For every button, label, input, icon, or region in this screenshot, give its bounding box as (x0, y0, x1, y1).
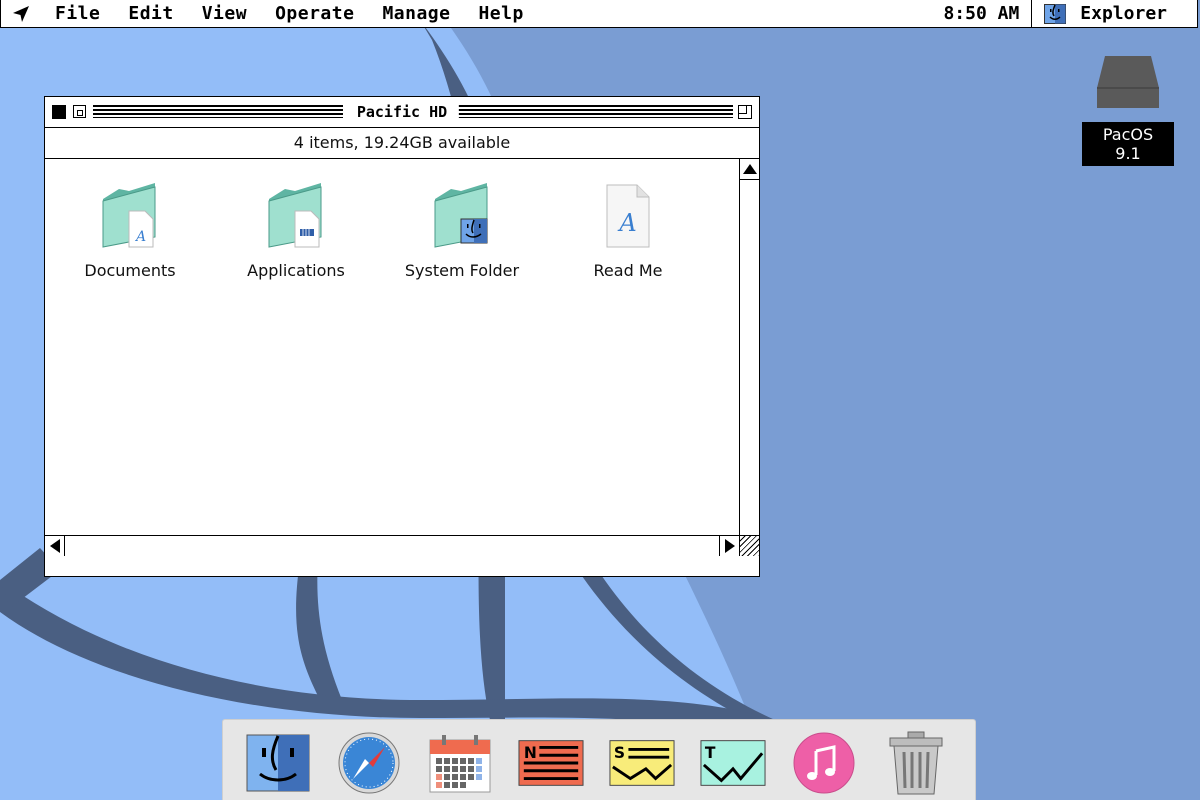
finder-icon (246, 734, 310, 792)
menu-manage[interactable]: Manage (368, 0, 464, 28)
item-read-me[interactable]: A Read Me (558, 177, 698, 280)
finder-icon (1044, 3, 1067, 24)
svg-text:T: T (705, 744, 716, 762)
window-titlebar[interactable]: Pacific HD (45, 97, 759, 128)
item-applications[interactable]: Applications (226, 177, 366, 280)
svg-text:A: A (617, 209, 636, 237)
svg-text:S: S (614, 744, 625, 762)
scroll-up-button[interactable] (740, 159, 759, 180)
safari-compass-icon (338, 732, 400, 794)
system-folder-icon (434, 183, 488, 248)
dock-item-music[interactable] (791, 730, 857, 796)
applications-folder-icon (268, 183, 322, 248)
arrow-up-icon (742, 164, 757, 174)
dock-item-trends[interactable]: T (700, 730, 766, 796)
finder-window: Pacific HD 4 items, 19.24GB available A … (44, 96, 760, 577)
arrow-left-icon (49, 539, 60, 553)
dock-item-trash[interactable] (883, 730, 949, 796)
menu-bar: File Edit View Operate Manage Help 8:50 … (0, 0, 1198, 28)
trends-app-icon: T (700, 740, 766, 786)
scroll-right-button[interactable] (719, 536, 739, 556)
svg-text:A: A (134, 229, 146, 245)
music-icon (793, 732, 855, 794)
horizontal-scrollbar[interactable] (45, 535, 739, 556)
resize-handle[interactable] (739, 535, 759, 556)
scroll-left-button[interactable] (45, 536, 65, 556)
stocks-app-icon: S (609, 740, 675, 786)
titlebar-stripes-right (457, 105, 733, 118)
documents-folder-icon: A (102, 183, 156, 248)
dock-item-stocks[interactable]: S (609, 730, 675, 796)
dock-item-news[interactable]: N (518, 730, 584, 796)
window-content[interactable]: A Documents Applications System Folder A… (45, 159, 759, 556)
titlebar-stripes-left (93, 105, 343, 118)
dock: N S T (222, 719, 976, 800)
item-label: Read Me (593, 261, 663, 280)
collapse-button[interactable] (738, 105, 752, 119)
item-label: Documents (84, 261, 176, 280)
close-button[interactable] (52, 105, 66, 119)
item-label: System Folder (404, 261, 520, 280)
item-documents[interactable]: A Documents (60, 177, 200, 280)
window-info-bar: 4 items, 19.24GB available (45, 128, 759, 159)
menu-operate[interactable]: Operate (261, 0, 368, 28)
apple-menu[interactable] (1, 0, 41, 28)
item-system-folder[interactable]: System Folder (392, 177, 532, 280)
zoom-button[interactable] (73, 105, 86, 118)
menu-file[interactable]: File (41, 0, 114, 28)
news-app-icon: N (518, 740, 584, 786)
dock-item-safari[interactable] (336, 730, 402, 796)
active-app-name: Explorer (1080, 3, 1167, 24)
menu-help[interactable]: Help (464, 0, 537, 28)
item-label: Applications (247, 261, 345, 280)
text-document-icon: A (606, 184, 650, 248)
svg-text:N: N (524, 744, 537, 762)
application-switcher[interactable]: Explorer (1032, 0, 1197, 28)
calendar-icon (429, 735, 491, 793)
menubar-clock[interactable]: 8:50 AM (931, 0, 1033, 28)
menu-edit[interactable]: Edit (114, 0, 187, 28)
trash-icon (889, 731, 943, 795)
menu-view[interactable]: View (188, 0, 261, 28)
window-title: Pacific HD (344, 101, 460, 123)
hard-disk-icon (1097, 56, 1159, 108)
vertical-scrollbar[interactable] (739, 159, 759, 556)
arrow-right-icon (724, 539, 735, 553)
dock-item-finder[interactable] (245, 730, 311, 796)
disk-label: PacOS 9.1 (1082, 122, 1174, 166)
dock-item-calendar[interactable] (427, 730, 493, 796)
desktop-disk-icon[interactable]: PacOS 9.1 (1082, 52, 1174, 166)
arrow-cursor-icon (13, 5, 29, 22)
